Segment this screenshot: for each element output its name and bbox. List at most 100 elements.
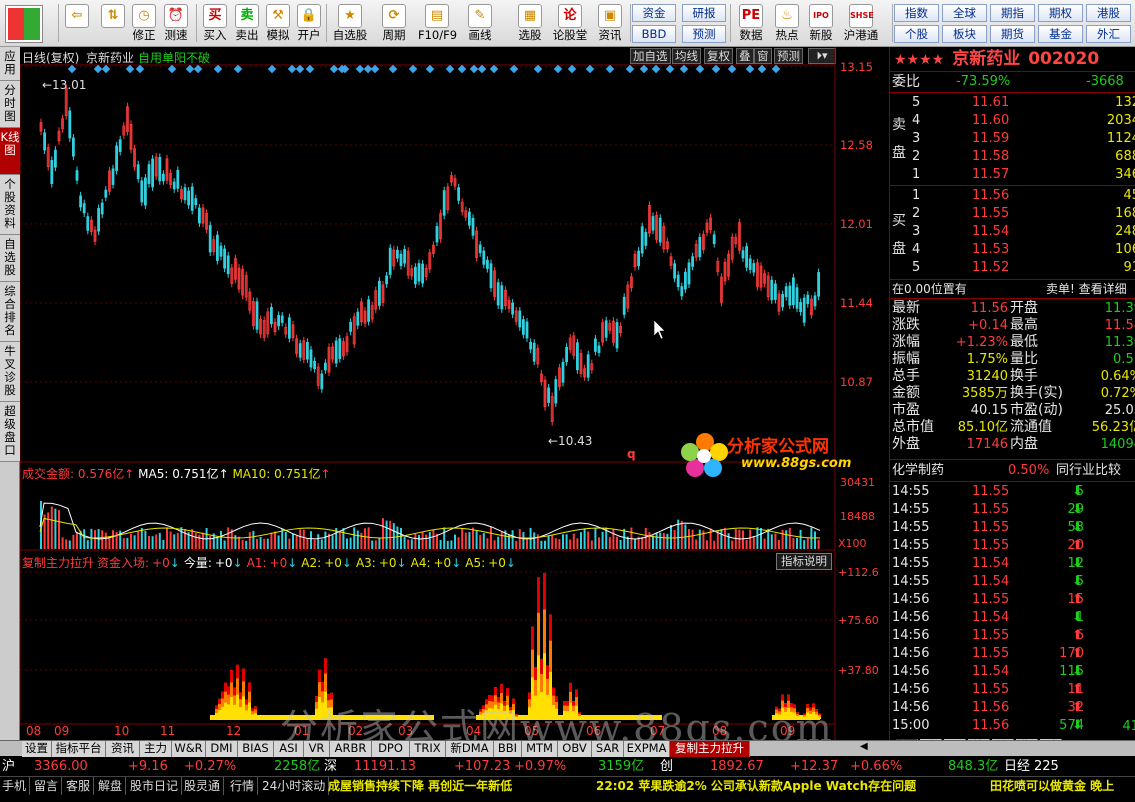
toolbar-button-sell[interactable]: 卖卖出 [232,2,262,45]
bid-level-row[interactable]: 411.53106 [890,241,1135,259]
left-tab-5[interactable]: 综合排名 [0,282,20,342]
toolbar-button-hk[interactable]: SHSE 沪港通 [840,2,882,45]
toolbar-button-hammer[interactable]: ⚒ 模拟 [262,2,294,45]
toolbar-button-f10[interactable]: ▤ F10/F9 [418,2,457,45]
left-tab-6[interactable]: 牛叉诊股 [0,342,20,402]
news-ticker-2[interactable]: 22:02 苹果跌逾2% 公司承认新款Apple Watch存在问题 [596,777,916,795]
ask-level-row[interactable]: 211.58688 [890,148,1135,166]
bottom-tab-14[interactable]: MTM [522,741,558,757]
toolbar-button-updown[interactable]: ⇅ [100,2,126,45]
toolbar-button-hot[interactable]: ♨ 热点 [770,2,804,45]
status-link-2[interactable]: 客服 [66,777,95,795]
bottom-tab-7[interactable]: ASI [274,741,304,757]
toolbar-small-button[interactable]: 期权 [1038,4,1083,22]
status-link-3[interactable]: 解盘 [98,777,127,795]
toolbar-button-back-arrow[interactable]: ⇦ [62,2,92,45]
toolbar-button-lock[interactable]: 🔒 开户 [294,2,324,45]
toolbar-button-info[interactable]: ▣ 资讯 [592,2,628,45]
left-tab-3[interactable]: 个股资料 [0,175,20,235]
toolbar-small-button[interactable]: 期指 [990,4,1035,22]
candle-body [100,202,104,215]
ask-level-row[interactable]: 511.61132 [890,94,1135,112]
bottom-tab-12[interactable]: 新DMA [446,741,494,757]
status-link-4[interactable]: 股市日记 [130,777,183,795]
status-link-5[interactable]: 股灵通 [184,777,225,795]
order-alert-row[interactable]: 在0.00位置有 卖单! 查看详细 [890,280,1135,298]
bid-level-row[interactable]: 511.5291 [890,259,1135,277]
status-link-0[interactable]: 手机 [2,777,31,795]
left-tab-0[interactable]: 应用 [0,47,20,81]
indicator-down-arrow-icon: ↓ [169,556,180,570]
toolbar-button-ipo[interactable]: IPO 新股 [806,2,836,45]
left-tab-2[interactable]: K线图 [0,128,20,175]
toolbar-small-button[interactable]: 研报 [682,4,726,22]
bottom-tab-8[interactable]: VR [304,741,330,757]
bottom-tab-3[interactable]: 主力 [140,741,172,757]
toolbar-small-button[interactable]: 预测 [682,25,726,43]
left-tab-7[interactable]: 超级盘口 [0,402,20,462]
volume-bar [418,534,420,549]
bid-level-row[interactable]: 311.54248 [890,223,1135,241]
toolbar-button-star[interactable]: ★ 自选股 [330,2,370,45]
left-tab-4[interactable]: 自选股 [0,235,20,282]
toolbar-small-button[interactable]: 基金 [1038,25,1083,43]
bid-level-row[interactable]: 111.5645 [890,187,1135,205]
toolbar-small-button[interactable]: 外汇 [1086,25,1131,43]
bid-level-row[interactable]: 211.55168 [890,205,1135,223]
volume-bar [756,527,759,549]
candle-body [226,255,230,275]
bottom-tab-1[interactable]: 指标平台 [52,741,106,757]
toolbar-button-period[interactable]: ⟳ 周期 [376,2,412,45]
news-ticker-3[interactable]: 田花喷可以做黄金 晚上 [990,777,1114,795]
bottom-tab-2[interactable]: 资讯 [106,741,140,757]
toolbar-button-alarm[interactable]: ⏰ 测速 [160,2,192,45]
toolbar-button-pen[interactable]: ✎ 画线 [462,2,498,45]
ask-level-row[interactable]: 411.602034 [890,112,1135,130]
bottom-tab-5[interactable]: DMI [206,741,238,757]
status-link-7[interactable]: 24小时滚动 [262,777,330,795]
bottom-tab-4[interactable]: W&R [172,741,206,757]
bottom-tab-10[interactable]: DPO [372,741,410,757]
toolbar-button-buy[interactable]: 买买入 [200,2,230,45]
toolbar-small-button[interactable]: 资金 [632,4,676,22]
bottom-tab-11[interactable]: TRIX [410,741,446,757]
toolbar-small-button[interactable]: 期货 [990,25,1035,43]
volume-bar [749,529,752,549]
status-link-1[interactable]: 留言 [34,777,63,795]
bottom-tab-17[interactable]: EXPMA [624,741,670,757]
bottom-tab-6[interactable]: BIAS [238,741,274,757]
status-link-6[interactable]: 行情 [230,777,259,795]
toolbar-button-lun[interactable]: 论论股堂 [552,2,588,45]
status-rj: 225 [1034,759,1059,774]
toolbar-small-button[interactable]: 指数 [894,4,939,22]
toolbar-small-button[interactable]: 港股 [1086,4,1131,22]
news-ticker-1[interactable]: 成屋销售持续下降 再创近一年新低 [328,777,512,795]
volume-bar [184,529,186,549]
indicator-bar-top [324,658,327,674]
bottom-tab-16[interactable]: SAR [592,741,624,757]
kline-chart-svg[interactable]: 13.1512.5812.0111.4410.87←13.01←10.43q30… [20,47,888,740]
toolbar-button-clock[interactable]: ◷ 修正 [128,2,160,45]
toolbar-small-button[interactable]: 板块 [942,25,987,43]
bottom-tab-9[interactable]: ARBR [330,741,372,757]
bottom-tab-18[interactable]: 复制主力拉升 [670,741,750,757]
left-tab-1[interactable]: 分时图 [0,81,20,128]
kline-chart-area[interactable]: 日线(复权) 京新药业 自用单阳不破 加自选 均线 复权叠窗预测 ⏵▾ 13.15 12… [20,47,888,750]
toolbar-small-button[interactable]: 个股 [894,25,939,43]
signal-diamond [605,64,615,74]
ask-level-row[interactable]: 111.57346 [890,166,1135,184]
indicator-help-button[interactable]: 指标说明 [776,553,832,570]
bottom-tab-15[interactable]: OBV [558,741,592,757]
toolbar-button-pe[interactable]: PE 数据 [736,2,766,45]
toolbar-button-screen[interactable]: ▦ 选股 [512,2,548,45]
bottom-tab-13[interactable]: BBI [494,741,522,757]
volume-bar [349,537,352,549]
volume-bar [544,540,546,549]
tab-scroll-left-icon[interactable]: ◀ [860,741,868,752]
signal-diamond [625,64,635,74]
bottom-tab-0[interactable]: 设置 [22,741,52,757]
toolbar-small-button[interactable]: 全球 [942,4,987,22]
toolbar-small-button[interactable]: BBD [632,25,676,43]
sector-row[interactable]: 化学制药 0.50% 同行业比较 [890,462,1135,480]
ask-level-row[interactable]: 311.591124 [890,130,1135,148]
